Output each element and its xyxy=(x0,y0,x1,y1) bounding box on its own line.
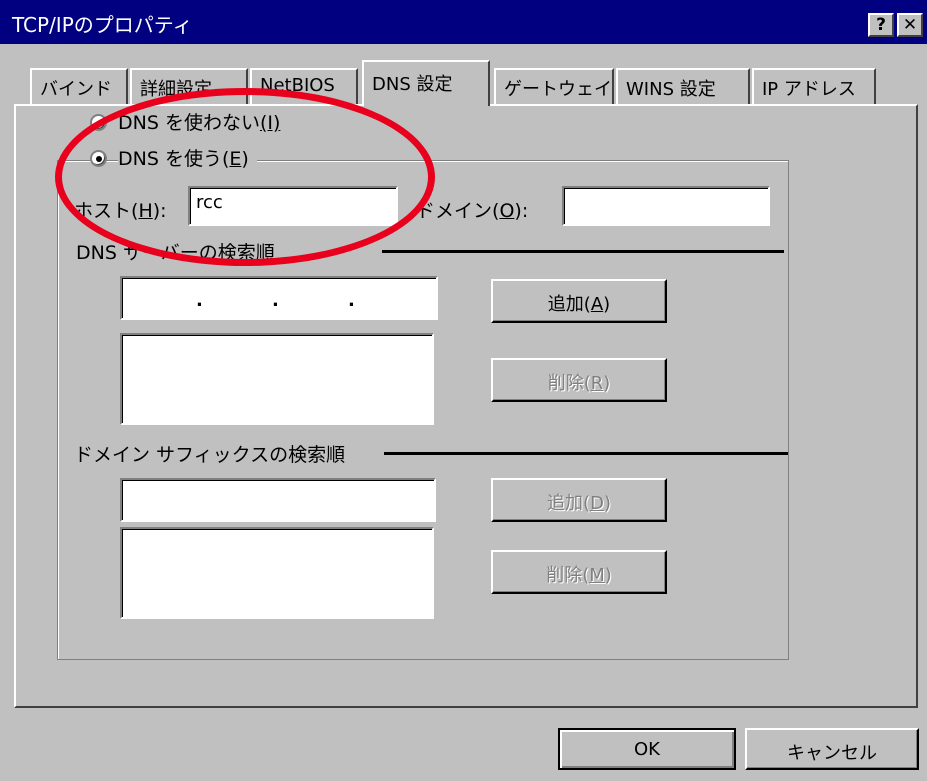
suffix-add-button[interactable]: 追加(D) xyxy=(491,478,667,522)
dns-server-remove-button[interactable]: 削除(R) xyxy=(491,358,667,402)
dns-server-order-heading: DNS サーバーの検索順 xyxy=(76,238,275,265)
close-icon: ✕ xyxy=(902,15,918,35)
domain-label: ドメイン(O): xyxy=(416,196,529,223)
tab-dns-settings[interactable]: DNS 設定 xyxy=(362,60,490,106)
dns-server-ip-input[interactable]: ... xyxy=(120,276,438,320)
dns-server-list[interactable] xyxy=(120,333,434,425)
host-label: ホスト(H): xyxy=(74,196,167,223)
suffix-remove-button[interactable]: 削除(M) xyxy=(491,550,667,594)
separator-line xyxy=(382,250,784,253)
title-bar[interactable]: TCP/IPのプロパティ ? ✕ xyxy=(0,0,927,44)
help-icon: ? xyxy=(876,15,886,35)
suffix-input[interactable] xyxy=(120,478,436,522)
tab-wins-settings[interactable]: WINS 設定 xyxy=(616,68,750,104)
host-input[interactable]: rcc xyxy=(188,186,398,226)
dns-enable-label[interactable]: DNS を使う(E) xyxy=(118,144,257,171)
window-title: TCP/IPのプロパティ xyxy=(12,13,193,37)
tab-advanced[interactable]: 詳細設定 xyxy=(130,68,248,104)
suffix-order-heading: ドメイン サフィックスの検索順 xyxy=(74,440,346,467)
dns-disable-radio[interactable] xyxy=(90,114,107,131)
suffix-list[interactable] xyxy=(120,527,434,619)
tab-bind[interactable]: バインド xyxy=(30,68,128,104)
dns-server-add-button[interactable]: 追加(A) xyxy=(491,279,667,323)
tcpip-properties-window: TCP/IPのプロパティ ? ✕ バインド 詳細設定 NetBIOS DNS 設… xyxy=(0,0,927,781)
cancel-button[interactable]: キャンセル xyxy=(745,728,919,770)
ok-button[interactable]: OK xyxy=(558,728,736,770)
radio-selected-dot xyxy=(96,156,102,162)
domain-input[interactable] xyxy=(562,186,770,226)
tab-ip-address[interactable]: IP アドレス xyxy=(752,68,876,104)
help-button[interactable]: ? xyxy=(868,13,894,37)
tab-gateway[interactable]: ゲートウェイ xyxy=(494,68,614,104)
tab-netbios[interactable]: NetBIOS xyxy=(250,68,358,104)
separator-line xyxy=(384,452,788,455)
dns-disable-label[interactable]: DNS を使わない(I) xyxy=(118,108,281,135)
dns-enable-radio[interactable] xyxy=(90,150,107,167)
close-button[interactable]: ✕ xyxy=(897,13,923,37)
